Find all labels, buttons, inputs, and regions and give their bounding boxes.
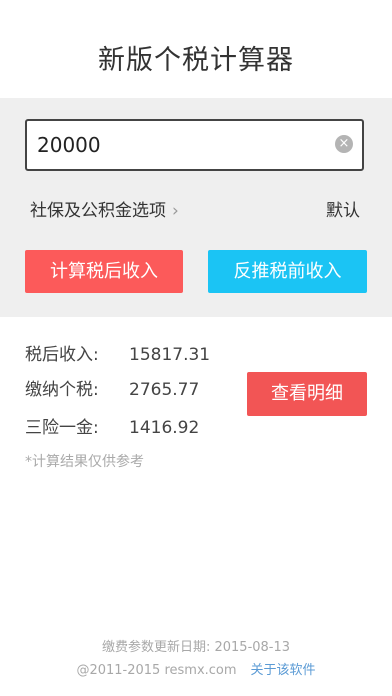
chevron-right-icon: › (172, 201, 179, 221)
calculate-after-tax-button[interactable]: 计算税后收入 (25, 250, 183, 293)
disclaimer-note: *计算结果仅供参考 (25, 454, 144, 470)
result-label: 三险一金: (25, 418, 99, 438)
result-row-tax: 缴纳个税: 2765.77 (25, 375, 199, 400)
income-input[interactable] (37, 131, 327, 159)
income-input-box[interactable]: × (25, 119, 364, 171)
social-insurance-options-label: 社保及公积金选项 (30, 201, 166, 221)
footer-update-date: 缴费参数更新日期: 2015-08-13 (101, 640, 291, 655)
result-row-insurance: 三险一金: 1416.92 (25, 413, 199, 438)
result-row-after-tax: 税后收入: 15817.31 (25, 340, 210, 365)
about-software-link[interactable]: 关于该软件 (251, 663, 316, 678)
input-panel: × 社保及公积金选项 › 默认 计算税后收入 反推税前收入 (0, 98, 392, 317)
result-value: 15817.31 (129, 345, 211, 365)
view-details-button[interactable]: 查看明细 (247, 372, 367, 416)
result-value: 2765.77 (129, 380, 200, 400)
result-label: 税后收入: (25, 345, 99, 365)
copyright-text: @2011-2015 resmx.com (76, 663, 237, 678)
footer-bottom: @2011-2015 resmx.com 关于该软件 (0, 659, 392, 678)
result-value: 1416.92 (129, 418, 200, 438)
reverse-before-tax-button[interactable]: 反推税前收入 (208, 250, 367, 293)
default-option-label[interactable]: 默认 (326, 196, 360, 221)
social-insurance-options-link[interactable]: 社保及公积金选项 › (30, 196, 179, 221)
clear-icon[interactable]: × (335, 135, 353, 153)
app-window: 新版个税计算器 × 社保及公积金选项 › 默认 计算税后收入 反推税前收入 税后收… (0, 0, 392, 696)
page-title: 新版个税计算器 (98, 45, 294, 76)
result-label: 缴纳个税: (25, 380, 99, 400)
